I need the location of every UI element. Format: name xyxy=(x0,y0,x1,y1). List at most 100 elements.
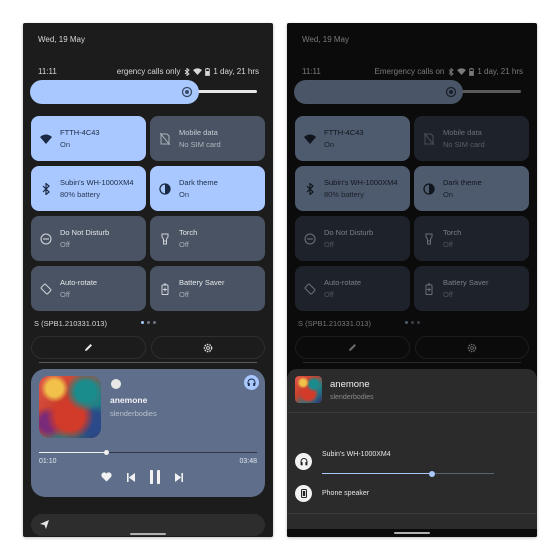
carrier-label: Emergency calls on xyxy=(374,67,445,76)
dnd-icon xyxy=(303,232,317,246)
tile-state: On xyxy=(443,190,454,199)
build-number[interactable]: S (SPB1.210331.013) xyxy=(34,319,107,328)
no-sim-icon xyxy=(422,132,436,146)
date-label[interactable]: Wed, 19 May xyxy=(302,35,349,44)
build-number[interactable]: S (SPB1.210331.013) xyxy=(298,319,371,328)
settings-button[interactable] xyxy=(150,336,265,359)
volume-slider[interactable] xyxy=(322,471,494,477)
tile-mobile-data[interactable]: Mobile data No SIM card xyxy=(414,116,529,161)
previous-button[interactable] xyxy=(127,472,135,482)
tile-label: Mobile data xyxy=(179,128,218,137)
tile-dark-theme[interactable]: Dark theme On xyxy=(414,166,529,211)
pause-icon xyxy=(150,470,160,484)
edit-tiles-button[interactable] xyxy=(295,336,410,359)
headphones-icon xyxy=(295,453,312,470)
battery-remaining: 1 day, 21 hrs xyxy=(213,67,259,76)
volume-level xyxy=(322,473,433,474)
date-label[interactable]: Wed, 19 May xyxy=(38,35,85,44)
rotate-icon xyxy=(39,282,53,296)
bluetooth-icon xyxy=(185,67,191,76)
brightness-fill[interactable] xyxy=(30,80,199,104)
wifi-icon xyxy=(457,68,467,75)
battery-saver-icon xyxy=(158,282,172,296)
tile-torch[interactable]: Torch Off xyxy=(150,216,265,261)
output-switcher-button[interactable] xyxy=(244,375,259,390)
pause-button[interactable] xyxy=(150,470,160,484)
output-device-phone-speaker[interactable]: Phone speaker xyxy=(295,485,369,502)
dnd-icon xyxy=(39,232,53,246)
tile-auto-rotate[interactable]: Auto-rotate Off xyxy=(295,266,410,311)
tile-battery-saver[interactable]: Battery Saver Off xyxy=(414,266,529,311)
dark-theme-icon xyxy=(422,182,436,196)
battery-remaining: 1 day, 21 hrs xyxy=(477,67,523,76)
tile-label: Do Not Disturb xyxy=(324,228,374,237)
tile-auto-rotate[interactable]: Auto-rotate Off xyxy=(31,266,146,311)
clock: 11:11 xyxy=(38,67,57,76)
status-bar: 11:11 Emergency calls on 1 day, 21 hrs xyxy=(302,67,523,76)
send-icon[interactable] xyxy=(40,520,49,529)
quick-settings-panel-left: Wed, 19 May 11:11 ergency calls only 1 d… xyxy=(23,23,273,537)
elapsed-time: 01:10 xyxy=(39,458,57,465)
tile-do-not-disturb[interactable]: Do Not Disturb Off xyxy=(31,216,146,261)
quick-settings-panel-right: Wed, 19 May 11:11 Emergency calls on 1 d… xyxy=(287,23,537,537)
tile-label: Mobile data xyxy=(443,128,482,137)
album-art xyxy=(39,376,101,438)
tile-mobile-data[interactable]: Mobile data No SIM card xyxy=(150,116,265,161)
device-name: Phone speaker xyxy=(322,490,370,497)
tile-state: On xyxy=(179,190,190,199)
skip-next-icon xyxy=(175,472,183,482)
brightness-fill[interactable] xyxy=(294,80,463,104)
page-dot xyxy=(153,321,156,324)
brightness-slider[interactable] xyxy=(30,80,257,104)
battery-saver-icon xyxy=(422,282,436,296)
home-indicator[interactable] xyxy=(394,532,430,534)
volume-thumb[interactable] xyxy=(429,471,436,477)
tile-torch[interactable]: Torch Off xyxy=(414,216,529,261)
torch-icon xyxy=(158,232,172,246)
total-duration: 03:48 xyxy=(239,458,257,465)
home-indicator[interactable] xyxy=(130,533,166,535)
divider xyxy=(287,412,537,413)
divider xyxy=(303,362,521,363)
tile-wifi[interactable]: FTTH-4C43 On xyxy=(295,116,410,161)
seek-bar[interactable] xyxy=(39,450,257,456)
tile-state: No SIM card xyxy=(443,140,485,149)
album-art xyxy=(295,376,322,403)
output-device-headphones[interactable]: Subin's WH-1000XM4 xyxy=(295,451,391,470)
like-button[interactable] xyxy=(101,472,112,482)
torch-icon xyxy=(422,232,436,246)
tile-bluetooth[interactable]: Subin's WH-1000XM4 80% battery xyxy=(31,166,146,211)
tile-label: Battery Saver xyxy=(179,278,225,287)
tile-battery-saver[interactable]: Battery Saver Off xyxy=(150,266,265,311)
pencil-icon xyxy=(348,344,356,351)
quick-tiles-grid: FTTH-4C43 On Mobile data No SIM card Subin… xyxy=(31,116,265,311)
rotate-icon xyxy=(303,282,317,296)
tile-label: Subin's WH-1000XM4 xyxy=(60,178,134,187)
tile-state: On xyxy=(324,140,335,149)
settings-button[interactable] xyxy=(414,336,529,359)
seek-thumb[interactable] xyxy=(103,450,109,455)
tile-state: 80% battery xyxy=(324,190,365,199)
page-indicator xyxy=(141,321,156,324)
tile-bluetooth[interactable]: Subin's WH-1000XM4 80% battery xyxy=(295,166,410,211)
tile-label: Auto-rotate xyxy=(324,278,362,287)
brightness-icon xyxy=(181,86,193,98)
tile-label: Torch xyxy=(179,228,198,237)
tile-label: Torch xyxy=(443,228,462,237)
tile-dark-theme[interactable]: Dark theme On xyxy=(150,166,265,211)
tile-wifi[interactable]: FTTH-4C43 On xyxy=(31,116,146,161)
seek-progress xyxy=(39,452,106,453)
edit-tiles-button[interactable] xyxy=(31,336,146,359)
carrier-label: ergency calls only xyxy=(116,67,181,76)
page-dot xyxy=(405,321,408,324)
tile-do-not-disturb[interactable]: Do Not Disturb Off xyxy=(295,216,410,261)
media-player-card[interactable]: anemone slenderbodies 01:10 03:48 xyxy=(31,369,265,497)
brightness-slider[interactable] xyxy=(294,80,521,104)
device-name: Subin's WH-1000XM4 xyxy=(322,451,391,458)
tile-state: No SIM card xyxy=(179,140,221,149)
battery-icon xyxy=(205,67,211,76)
page-indicator xyxy=(405,321,420,324)
tile-label: FTTH-4C43 xyxy=(324,128,364,137)
next-button[interactable] xyxy=(175,472,183,482)
pencil-icon xyxy=(84,344,92,351)
